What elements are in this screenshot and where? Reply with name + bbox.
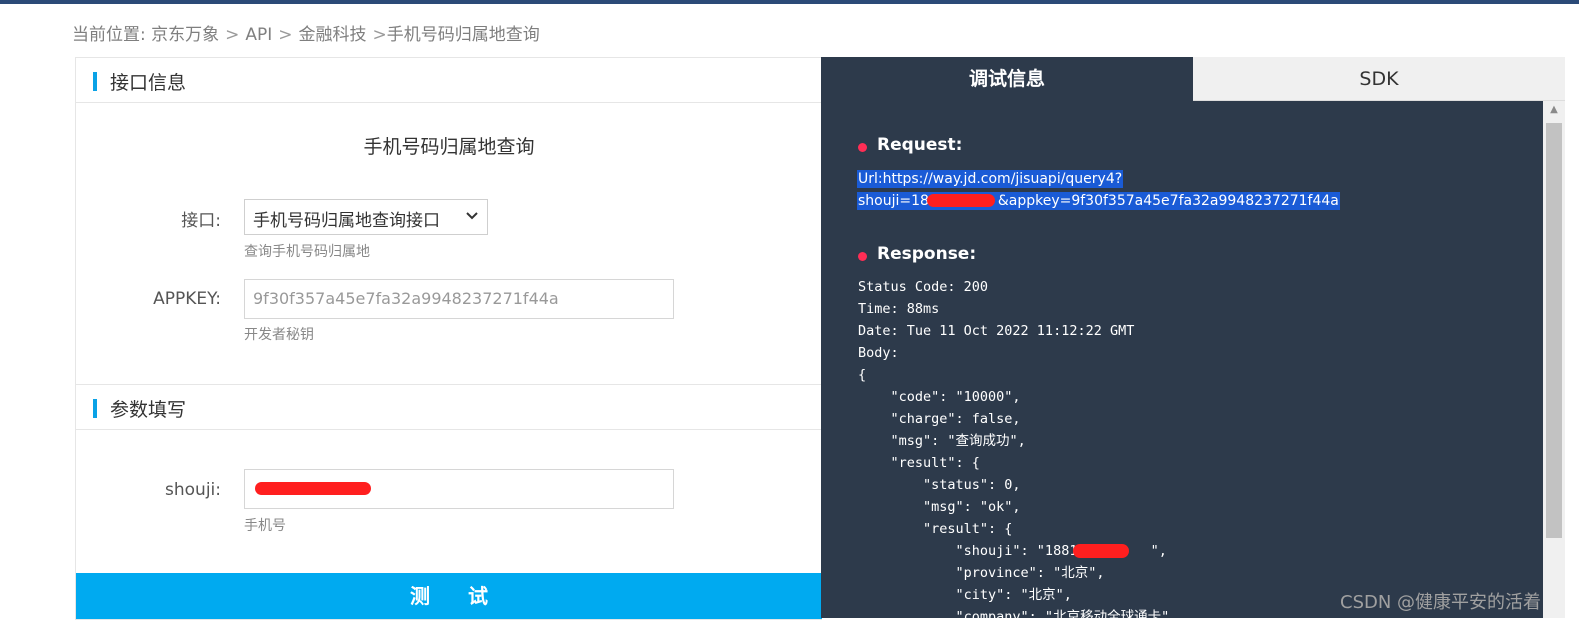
interface-select[interactable]: 手机号码归属地查询接口 xyxy=(244,199,488,235)
breadcrumb-prefix: 当前位置: xyxy=(72,25,146,45)
response-line: "status": 0, xyxy=(858,477,1021,493)
section-accent-bar xyxy=(93,399,97,418)
response-line: "city": "北京", xyxy=(858,587,1072,603)
response-line: Body: xyxy=(858,345,899,361)
request-url-line-1: Url:https://way.jd.com/jisuapi/query4? xyxy=(857,170,1124,188)
scroll-thumb[interactable] xyxy=(1546,123,1562,538)
response-line: { xyxy=(858,367,867,383)
console-scrollbar[interactable]: ▲ xyxy=(1543,101,1565,618)
shouji-input[interactable] xyxy=(244,469,674,509)
interface-info-header: 接口信息 xyxy=(76,58,822,103)
interface-hint: 查询手机号码归属地 xyxy=(244,244,370,260)
response-line: Status Code: 200 xyxy=(858,279,989,295)
debug-panel: 调试信息 SDK Request: Url:https://way.jd.com… xyxy=(821,57,1565,618)
tab-debug-info[interactable]: 调试信息 xyxy=(821,57,1193,101)
shouji-label: shouji: xyxy=(165,480,221,500)
appkey-hint: 开发者秘钥 xyxy=(244,327,314,343)
breadcrumb-link-fintech[interactable]: 金融科技 xyxy=(299,25,367,45)
response-line: "company": "北京移动全球通卡" xyxy=(858,609,1170,618)
response-line: "charge": false, xyxy=(858,411,1021,427)
shouji-hint: 手机号 xyxy=(244,518,286,534)
response-line: "result": { xyxy=(858,455,980,471)
params-header: 参数填写 xyxy=(76,385,822,430)
response-line: "result": { xyxy=(858,521,1013,537)
response-line: "province": "北京", xyxy=(858,565,1105,581)
breadcrumb-separator: > xyxy=(278,25,293,45)
interface-select-value: 手机号码归属地查询接口 xyxy=(253,211,440,231)
watermark: CSDN @健康平安的活着 xyxy=(1340,592,1542,613)
request-url-appkey: &appkey=9f30f357a45e7fa32a9948237271f44a xyxy=(997,193,1339,209)
request-label: Request: xyxy=(877,135,963,155)
redaction-mark xyxy=(927,194,995,207)
api-form-panel: 接口信息 手机号码归属地查询 接口: 手机号码归属地查询接口 查询手机号码归属地… xyxy=(75,57,822,620)
breadcrumb-separator: > xyxy=(225,25,240,45)
api-name-title: 手机号码归属地查询 xyxy=(363,136,535,158)
breadcrumb-link-api[interactable]: API xyxy=(245,25,272,45)
response-line: "msg": "查询成功", xyxy=(858,433,1026,449)
redaction-mark xyxy=(1073,544,1129,558)
request-bullet-icon xyxy=(858,143,867,152)
response-bullet-icon xyxy=(858,252,867,261)
breadcrumb-separator: > xyxy=(372,25,387,45)
tab-sdk[interactable]: SDK xyxy=(1193,57,1565,101)
redaction-mark xyxy=(255,482,371,495)
response-label: Response: xyxy=(877,244,977,264)
test-button[interactable]: 测试 xyxy=(76,573,822,619)
appkey-input[interactable]: 9f30f357a45e7fa32a9948237271f44a xyxy=(244,279,674,319)
debug-tabs: 调试信息 SDK xyxy=(821,57,1565,101)
breadcrumb-link-jd[interactable]: 京东万象 xyxy=(151,25,219,45)
response-line: "msg": "ok", xyxy=(858,499,1021,515)
breadcrumb: 当前位置: 京东万象 > API > 金融科技 >手机号码归属地查询 xyxy=(72,20,540,45)
scroll-up-arrow-icon[interactable]: ▲ xyxy=(1543,101,1565,119)
section-accent-bar xyxy=(93,72,97,91)
params-title: 参数填写 xyxy=(110,399,187,421)
response-line: Date: Tue 11 Oct 2022 11:12:22 GMT xyxy=(858,323,1135,339)
response-line: Time: 88ms xyxy=(858,301,940,317)
top-border-line xyxy=(0,0,1579,4)
debug-console: Request: Url:https://way.jd.com/jisuapi/… xyxy=(821,101,1543,618)
interface-info-title: 接口信息 xyxy=(110,72,187,94)
chevron-down-icon xyxy=(465,204,479,233)
breadcrumb-current: 手机号码归属地查询 xyxy=(386,25,540,45)
request-url-shouji: shouji=188 xyxy=(858,193,938,209)
response-line: "code": "10000", xyxy=(858,389,1021,405)
interface-label: 接口: xyxy=(181,211,221,231)
appkey-label: APPKEY: xyxy=(153,289,221,309)
